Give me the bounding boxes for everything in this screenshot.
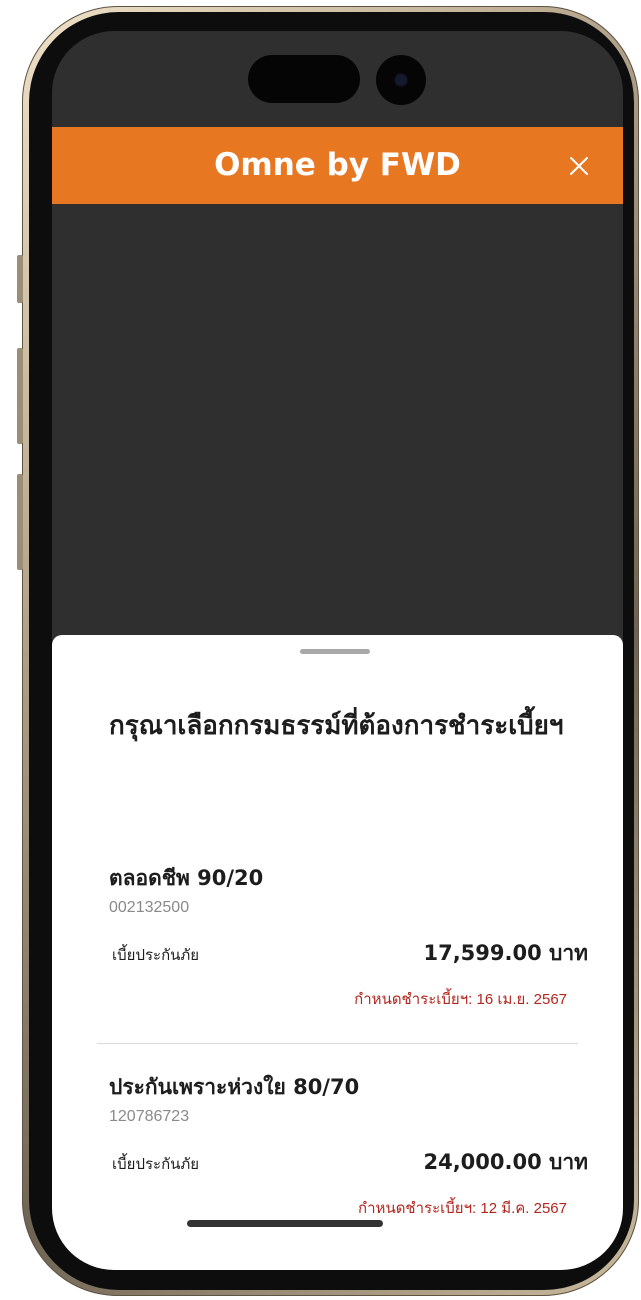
policy-number: 002132500	[109, 899, 190, 916]
volume-up-button	[17, 348, 23, 444]
close-icon	[570, 157, 588, 175]
close-button[interactable]	[564, 151, 594, 181]
policy-name: ตลอดชีพ 90/20	[109, 866, 264, 890]
policy-item[interactable]: ตลอดชีพ 90/20 002132500 เบี้ยประกันภัย 1…	[52, 863, 623, 1033]
premium-amount: 24,000.00 บาท	[423, 1150, 588, 1174]
policy-name: ประกันเพราะห่วงใย 80/70	[109, 1075, 360, 1099]
policy-selection-sheet: กรุณาเลือกกรมธรรม์ที่ต้องการชำระเบี้ยฯ ต…	[52, 635, 623, 1270]
volume-down-button	[17, 474, 23, 570]
premium-amount: 17,599.00 บาท	[423, 941, 588, 965]
divider	[97, 1043, 578, 1044]
sheet-drag-handle[interactable]	[300, 649, 370, 654]
policy-number: 120786723	[109, 1108, 190, 1125]
phone-screen: Omne by FWD กรุณาเลือกกรมธรรม์ที่ต้องการ…	[52, 31, 623, 1270]
home-indicator[interactable]	[187, 1220, 383, 1227]
premium-label: เบี้ยประกันภัย	[112, 947, 200, 964]
due-date: กำหนดชำระเบี้ยฯ: 12 มี.ค. 2567	[358, 1200, 567, 1217]
dynamic-island	[248, 55, 360, 103]
due-date: กำหนดชำระเบี้ยฯ: 16 เม.ย. 2567	[354, 991, 567, 1008]
action-button	[17, 255, 23, 303]
front-camera-icon	[376, 55, 426, 105]
policy-item[interactable]: ประกันเพราะห่วงใย 80/70 120786723 เบี้ยป…	[52, 1072, 623, 1242]
premium-label: เบี้ยประกันภัย	[112, 1156, 200, 1173]
app-title: Omne by FWD	[214, 147, 461, 183]
app-header: Omne by FWD	[52, 127, 623, 204]
sheet-title: กรุณาเลือกกรมธรรม์ที่ต้องการชำระเบี้ยฯ	[109, 711, 564, 741]
